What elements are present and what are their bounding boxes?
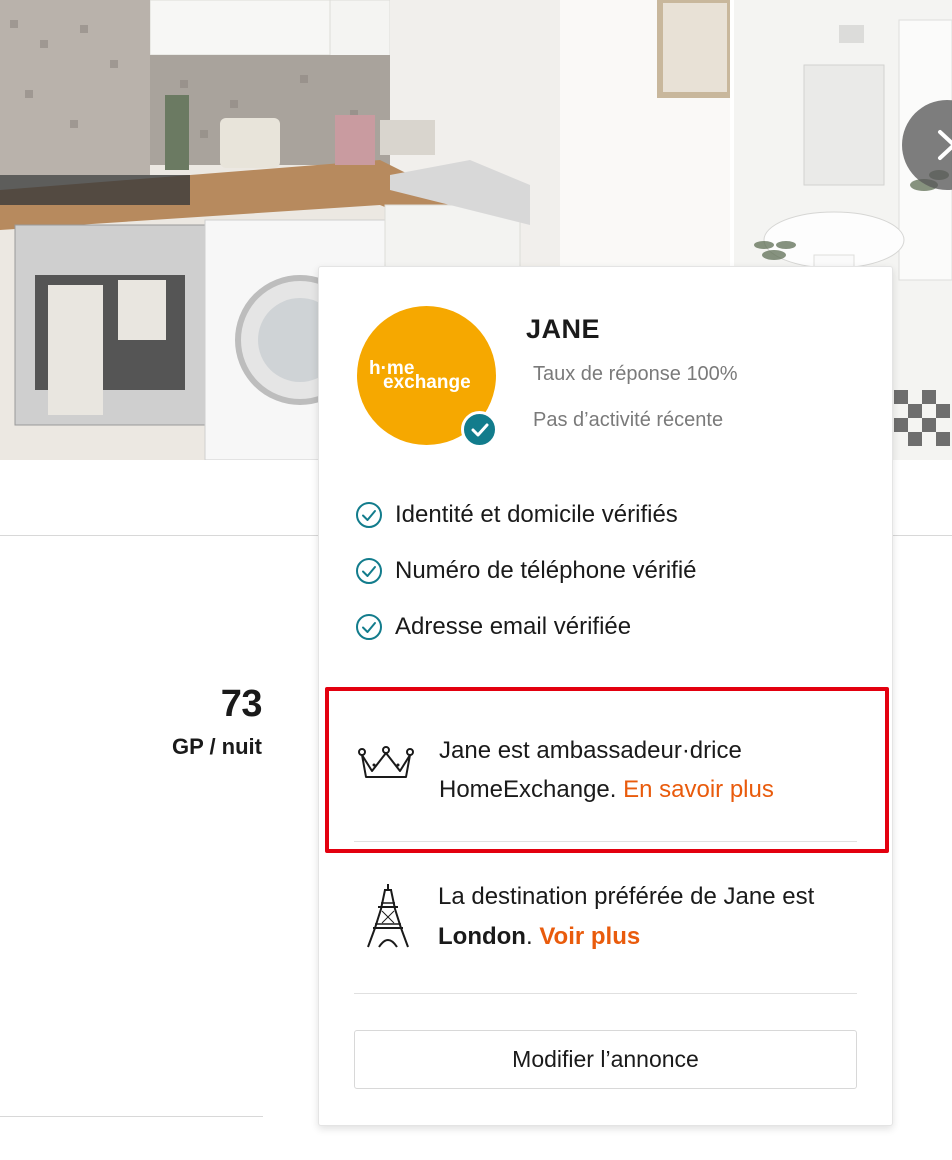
homeexchange-logo-bottom: exchange xyxy=(383,372,471,393)
check-badge-icon xyxy=(471,423,489,437)
response-rate: Taux de réponse 100% xyxy=(533,363,738,385)
verification-list: Identité et domicile vérifiés Numéro de … xyxy=(355,487,697,655)
chevron-right-icon xyxy=(938,130,952,160)
activity-status: Pas d’activité récente xyxy=(533,409,724,431)
verified-badge xyxy=(461,411,498,448)
edit-listing-button[interactable]: Modifier l’annonce xyxy=(354,1030,857,1089)
destination-period: . xyxy=(525,923,533,950)
host-card: h·me exchange JANE Taux de réponse 100% … xyxy=(318,266,893,1126)
section-divider-bottom xyxy=(0,1116,263,1117)
eiffel-tower-icon xyxy=(367,884,409,948)
ambassador-section: Jane est ambassadeur·drice HomeExchange.… xyxy=(325,687,889,853)
verification-item-identity: Identité et domicile vérifiés xyxy=(355,487,697,543)
destination-text: La destination préférée de Jane est Lond… xyxy=(438,877,868,957)
check-circle-icon xyxy=(356,614,382,640)
card-divider xyxy=(354,993,857,994)
verification-item-email: Adresse email vérifiée xyxy=(355,599,697,655)
price-value: 73 xyxy=(220,683,263,725)
learn-more-link[interactable]: En savoir plus xyxy=(623,776,774,803)
destination-city: London xyxy=(438,923,526,950)
verification-item-phone: Numéro de téléphone vérifié xyxy=(355,543,697,599)
card-divider xyxy=(354,841,857,842)
verification-label: Identité et domicile vérifiés xyxy=(395,501,678,528)
verification-label: Adresse email vérifiée xyxy=(395,613,632,640)
verification-label: Numéro de téléphone vérifié xyxy=(395,557,697,584)
crown-icon xyxy=(358,746,414,778)
check-circle-icon xyxy=(356,502,382,528)
see-more-link[interactable]: Voir plus xyxy=(539,923,640,950)
price-unit: GP / nuit xyxy=(171,734,262,759)
ambassador-text: Jane est ambassadeur·drice HomeExchange.… xyxy=(439,731,879,809)
host-name: JANE xyxy=(526,314,601,344)
price-block: 73 GP / nuit xyxy=(171,682,263,762)
check-circle-icon xyxy=(356,558,382,584)
destination-prefix: La destination préférée de Jane est xyxy=(438,883,815,910)
